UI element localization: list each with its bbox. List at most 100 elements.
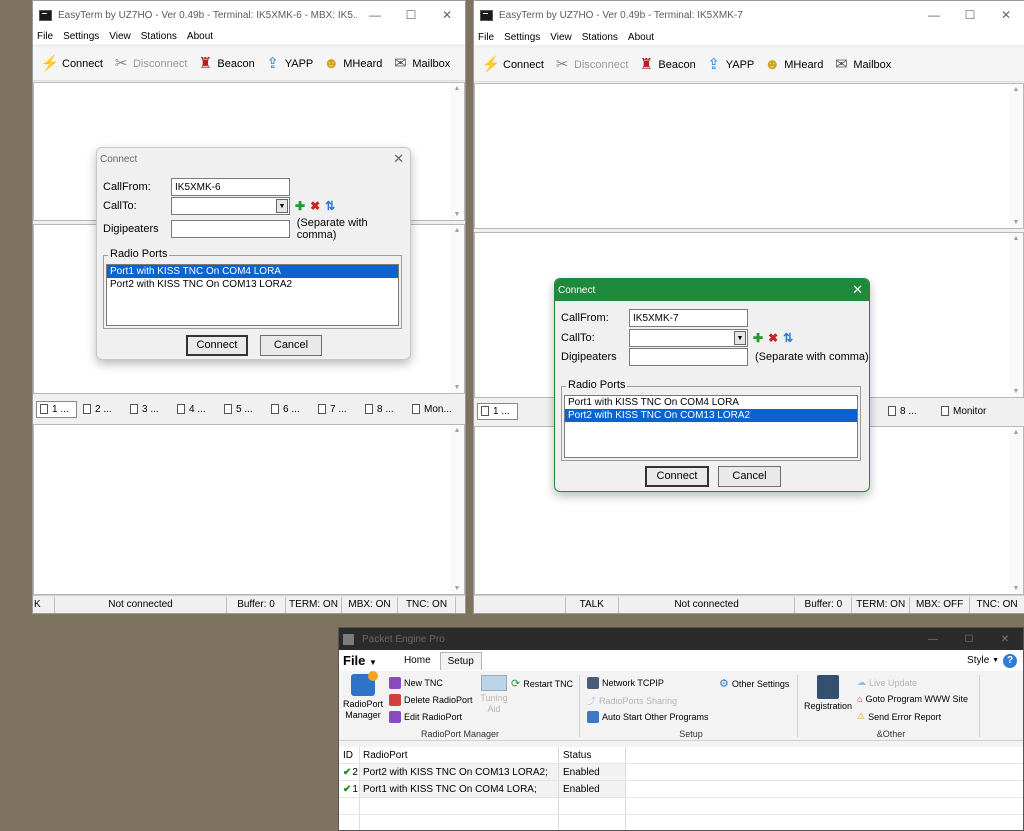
tab-session-1[interactable]: 1 ... — [36, 400, 77, 418]
menu-about[interactable]: About — [187, 31, 213, 42]
beacon-button[interactable]: ♜ Beacon — [196, 55, 255, 73]
tab-session-7[interactable]: 7 ... — [318, 404, 359, 415]
close-icon[interactable]: ✕ — [429, 8, 465, 22]
tab-session-8[interactable]: 8 ... — [365, 404, 406, 415]
add-icon[interactable]: ✚ — [753, 331, 763, 345]
goto-www-button[interactable]: ⌂ Goto Program WWW Site — [857, 694, 968, 704]
network-tcpip-button[interactable]: Network TCPIP — [587, 677, 664, 689]
title-bar[interactable]: Packet Engine Pro — ☐ ✕ — [339, 628, 1023, 650]
scrollbar[interactable]: ▲ ▼ — [450, 83, 464, 220]
scrollbar[interactable]: ▲ ▼ — [1009, 233, 1023, 397]
tab-home[interactable]: Home — [397, 652, 438, 669]
delete-radioport-button[interactable]: Delete RadioPort — [389, 694, 473, 706]
minimize-icon[interactable]: — — [915, 634, 951, 645]
tab-monitor[interactable]: Mon... — [412, 404, 453, 415]
maximize-icon[interactable]: ☐ — [393, 8, 429, 22]
close-icon[interactable]: ✕ — [987, 634, 1023, 645]
column-header-id[interactable]: ID — [339, 747, 360, 763]
tab-session-4[interactable]: 4 ... — [177, 404, 218, 415]
registration-button[interactable]: Registration — [803, 675, 853, 711]
title-bar[interactable]: EasyTerm by UZ7HO - Ver 0.49b - Terminal… — [474, 1, 1024, 29]
radioport-manager-button[interactable]: RadioPort Manager — [343, 671, 383, 721]
connect-button[interactable]: ⚡ Connect — [41, 55, 103, 73]
tab-setup[interactable]: Setup — [439, 651, 482, 670]
style-menu[interactable]: Style ▼? — [967, 653, 1017, 668]
refresh-icon[interactable]: ⇅ — [325, 199, 335, 213]
chevron-down-icon[interactable]: ▼ — [276, 199, 288, 213]
list-item[interactable]: Port1 with KISS TNC On COM4 LORA — [107, 265, 398, 278]
beacon-button[interactable]: ♜ Beacon — [637, 56, 696, 74]
file-menu[interactable]: File ▼ — [343, 653, 377, 668]
restart-tnc-button[interactable]: ⟳ Restart TNC — [511, 677, 573, 690]
tab-session-5[interactable]: 5 ... — [224, 404, 265, 415]
list-item[interactable]: Port2 with KISS TNC On COM13 LORA2 — [107, 278, 398, 291]
menu-view[interactable]: View — [109, 31, 131, 42]
menu-file[interactable]: File — [37, 31, 53, 42]
delete-icon[interactable]: ✖ — [768, 331, 778, 345]
maximize-icon[interactable]: ☐ — [951, 634, 987, 645]
terminal-output-pane[interactable]: ▲ ▼ — [474, 83, 1024, 229]
radioports-sharing-button[interactable]: ⤴ RadioPorts Sharing — [587, 694, 677, 707]
menu-settings[interactable]: Settings — [504, 32, 540, 43]
auto-start-button[interactable]: Auto Start Other Programs — [587, 711, 709, 723]
monitor-pane[interactable]: ▲ ▼ — [33, 424, 465, 595]
yapp-button[interactable]: ⇪ YAPP — [264, 55, 313, 73]
live-update-button[interactable]: ☁ Live Update — [857, 677, 917, 688]
scrollbar[interactable]: ▲ ▼ — [450, 425, 464, 594]
cancel-button[interactable]: Cancel — [260, 335, 322, 356]
connect-button[interactable]: Connect — [186, 335, 248, 356]
minimize-icon[interactable]: — — [357, 8, 393, 22]
menu-about[interactable]: About — [628, 32, 654, 43]
menu-stations[interactable]: Stations — [141, 31, 177, 42]
disconnect-button[interactable]: ✂ Disconnect — [112, 55, 188, 73]
send-error-button[interactable]: ⚠ Send Error Report — [857, 711, 941, 722]
add-icon[interactable]: ✚ — [295, 199, 305, 213]
dialog-title-bar[interactable]: Connect ✕ — [97, 148, 410, 170]
scrollbar[interactable]: ▲ ▼ — [450, 225, 464, 393]
help-icon[interactable]: ? — [1003, 653, 1017, 668]
digipeaters-field[interactable] — [170, 220, 290, 238]
close-icon[interactable]: ✕ — [852, 282, 863, 298]
close-icon[interactable]: ✕ — [988, 8, 1024, 22]
menu-file[interactable]: File — [478, 32, 494, 43]
new-tnc-button[interactable]: New TNC — [389, 677, 443, 689]
scrollbar[interactable]: ▲ ▼ — [1009, 84, 1023, 228]
radio-ports-list[interactable]: Port1 with KISS TNC On COM4 LORA Port2 w… — [564, 395, 858, 458]
dialog-title-bar[interactable]: Connect ✕ — [555, 279, 869, 301]
mailbox-button[interactable]: ✉ Mailbox — [391, 55, 450, 73]
mailbox-button[interactable]: ✉ Mailbox — [832, 56, 891, 74]
mheard-button[interactable]: ☻ MHeard — [763, 56, 823, 74]
minimize-icon[interactable]: — — [916, 8, 952, 22]
column-header-radioport[interactable]: RadioPort — [360, 747, 559, 763]
refresh-icon[interactable]: ⇅ — [783, 331, 793, 345]
connect-button[interactable]: ⚡ Connect — [482, 56, 544, 74]
mheard-button[interactable]: ☻ MHeard — [322, 55, 382, 73]
edit-radioport-button[interactable]: Edit RadioPort — [389, 711, 462, 723]
tab-session-3[interactable]: 3 ... — [130, 404, 171, 415]
callfrom-field[interactable] — [171, 178, 290, 196]
delete-icon[interactable]: ✖ — [310, 199, 320, 213]
digipeaters-field[interactable] — [629, 348, 748, 366]
callto-combobox[interactable]: ▼ — [629, 329, 748, 347]
other-settings-button[interactable]: ⚙ Other Settings — [719, 677, 789, 690]
cancel-button[interactable]: Cancel — [718, 466, 781, 487]
close-icon[interactable]: ✕ — [393, 151, 404, 167]
chevron-down-icon[interactable]: ▼ — [734, 331, 746, 345]
callto-combobox[interactable]: ▼ — [171, 197, 290, 215]
disconnect-button[interactable]: ✂ Disconnect — [553, 56, 629, 74]
tab-session-2[interactable]: 2 ... — [83, 404, 124, 415]
menu-view[interactable]: View — [550, 32, 572, 43]
tab-monitor[interactable]: Monitor — [941, 406, 986, 417]
tuning-aid-button[interactable]: Tuning Aid — [477, 675, 511, 715]
menu-settings[interactable]: Settings — [63, 31, 99, 42]
callfrom-field[interactable] — [629, 309, 748, 327]
scrollbar[interactable]: ▲ ▼ — [1009, 427, 1023, 594]
tab-session-1[interactable]: 1 ... — [477, 402, 518, 420]
radio-ports-list[interactable]: Port1 with KISS TNC On COM4 LORA Port2 w… — [106, 264, 399, 326]
list-item[interactable]: Port2 with KISS TNC On COM13 LORA2 — [565, 409, 857, 422]
title-bar[interactable]: EasyTerm by UZ7HO - Ver 0.49b - Terminal… — [33, 1, 465, 29]
list-item[interactable]: Port1 with KISS TNC On COM4 LORA — [565, 396, 857, 409]
table-row[interactable]: ✔ 2 Port2 with KISS TNC On COM13 LORA2; E… — [339, 764, 1023, 781]
menu-stations[interactable]: Stations — [582, 32, 618, 43]
connect-button[interactable]: Connect — [645, 466, 709, 487]
